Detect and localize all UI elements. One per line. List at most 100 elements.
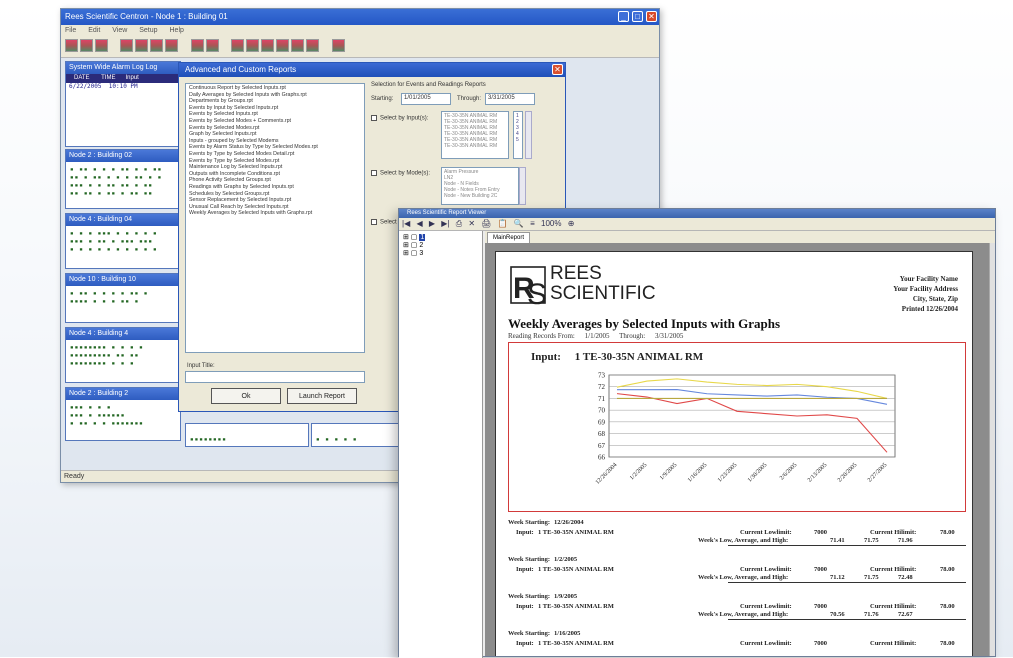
minimize-icon[interactable]: _ [618, 11, 629, 22]
alarm-log-panel: System Wide Alarm Log Log DATE TIME Inpu… [65, 61, 181, 147]
report-list-item[interactable]: Events by Type by Selected Modes.rpt [189, 158, 361, 165]
mode-list-item[interactable]: Node - New Building 2C [444, 193, 516, 199]
input-numbers-list[interactable]: 12345 [513, 111, 523, 159]
report-list-item[interactable]: Events by Type by Selected Modes Detail.… [189, 151, 361, 158]
report-list-item[interactable]: Inputs - grouped by Selected Modems [189, 138, 361, 145]
menu-view[interactable]: View [112, 27, 127, 34]
report-list-item[interactable]: Schedules by Selected Groups.rpt [189, 191, 361, 198]
report-list-item[interactable]: Readings with Graphs by Selected Inputs.… [189, 184, 361, 191]
report-list-item[interactable]: Events by Selected Modes + Comments.rpt [189, 118, 361, 125]
close-icon[interactable]: ✕ [646, 11, 657, 22]
group-tree-icon[interactable]: ≡ [530, 219, 535, 228]
select-checkbox[interactable]: Select [371, 219, 397, 226]
y-tick-label: 66 [598, 454, 606, 462]
first-page-icon[interactable]: |◀ [402, 219, 410, 228]
close-icon[interactable]: ✕ [552, 64, 563, 75]
toolbar-button[interactable] [150, 39, 164, 52]
zoom-select[interactable]: 100% [541, 219, 561, 228]
report-list-item[interactable]: Events by Alarm Status by Type by Select… [189, 144, 361, 151]
y-tick-label: 73 [598, 372, 606, 380]
inputs-listbox[interactable]: TE-30-35N ANIMAL RM TE-30-35N ANIMAL RM TE… [441, 111, 509, 159]
search-icon[interactable]: 🔍 [514, 219, 524, 228]
starting-date-field[interactable]: 1/01/2005 [401, 93, 451, 105]
toolbar-button[interactable] [331, 39, 345, 52]
report-list-item[interactable]: Events by Selected Modes.rpt [189, 125, 361, 132]
next-page-icon[interactable]: ▶ [429, 219, 435, 228]
toolbar-button[interactable] [231, 39, 245, 52]
node-indicators: ▪▪▪▪▪▪▪▪ [190, 436, 227, 443]
ok-button[interactable]: Ok [211, 388, 281, 404]
toolbar-button[interactable] [165, 39, 179, 52]
launch-report-button[interactable]: Launch Report [287, 388, 357, 404]
toolbar-button[interactable] [246, 39, 260, 52]
toolbar-button[interactable] [120, 39, 134, 52]
tree-node[interactable]: ⊞ ▢ 1 [403, 234, 478, 242]
toolbar-button[interactable] [80, 39, 93, 52]
checkbox[interactable] [371, 170, 377, 176]
select-modes-checkbox[interactable]: Select by Mode(s): [371, 170, 430, 177]
toolbar-button[interactable] [135, 39, 149, 52]
scrollbar[interactable] [519, 167, 526, 205]
node-panel-10[interactable]: Node 10 : Building 10 ▪ ▪▪ ▪ ▪ ▪ ▪ ▪▪ ▪ ▪… [65, 273, 181, 323]
report-list-item[interactable]: Graph by Selected Inputs.rpt [189, 131, 361, 138]
report-list-item[interactable]: Departments by Groups.rpt [189, 98, 361, 105]
input-title-field[interactable] [185, 371, 365, 383]
week-start-label: Week Starting: [508, 556, 551, 563]
report-list-item[interactable]: Outputs with Incomplete Conditions.rpt [189, 171, 361, 178]
select-inputs-checkbox[interactable]: Select by Input(s): [371, 115, 428, 122]
toolbar-button[interactable] [291, 39, 305, 52]
report-list-item[interactable]: Continuous Report by Selected Inputs.rpt [189, 85, 361, 92]
input-list-item[interactable]: TE-30-35N ANIMAL RM [444, 143, 506, 149]
node-panel-4b[interactable]: Node 4 : Building 4 ▪▪▪▪▪▪▪▪ ▪ ▪ ▪ ▪ ▪▪▪▪… [65, 327, 181, 383]
toolbar-button[interactable] [261, 39, 275, 52]
menu-help[interactable]: Help [170, 27, 184, 34]
report-list-item[interactable]: Unusual Call Reach by Selected Inputs.rp… [189, 204, 361, 211]
toolbar-button[interactable] [276, 39, 290, 52]
modes-listbox[interactable]: Alarm Pressure LN2 Node - N Fields Node - N… [441, 167, 519, 205]
toolbar-button[interactable] [95, 39, 108, 52]
node-panel-2b[interactable]: Node 2 : Building 2 ▪▪▪ ▪ ▪ ▪ ▪▪▪ ▪ ▪▪▪▪▪… [65, 387, 181, 441]
scrollbar[interactable] [525, 111, 532, 159]
toolbar-button[interactable] [205, 39, 219, 52]
toolbar-button[interactable] [190, 39, 204, 52]
menu-file[interactable]: File [65, 27, 76, 34]
last-page-icon[interactable]: ▶| [441, 219, 449, 228]
zoom-icon[interactable]: ⊕ [568, 219, 575, 228]
node-panel-bottom[interactable]: ▪▪▪▪▪▪▪▪ [185, 423, 309, 447]
report-list[interactable]: Continuous Report by Selected Inputs.rpt… [185, 83, 365, 353]
menu-setup[interactable]: Setup [139, 27, 157, 34]
checkbox[interactable] [371, 219, 377, 225]
report-list-item[interactable]: Daily Averages by Selected Inputs with G… [189, 92, 361, 99]
prev-page-icon[interactable]: ◀ [416, 219, 422, 228]
close-report-icon[interactable]: ✕ [468, 219, 475, 228]
report-list-item[interactable]: Phone Activity Selected Groups.rpt [189, 177, 361, 184]
checkbox[interactable] [371, 115, 377, 121]
report-list-item[interactable]: Events by Input by Selected Inputs.rpt [189, 105, 361, 112]
lowlimit: 7000 [814, 529, 827, 536]
tab-main-report[interactable]: MainReport [487, 232, 531, 243]
tree-node[interactable]: ⊞ ▢ 3 [403, 250, 478, 258]
week-stat-value: 71.96 [898, 537, 913, 544]
report-list-item[interactable]: Maintenance Log by Selected Inputs.rpt [189, 164, 361, 171]
copy-icon[interactable]: 📋 [498, 219, 508, 228]
tree-node[interactable]: ⊞ ▢ 2 [403, 242, 478, 250]
maximize-icon[interactable]: □ [632, 11, 643, 22]
node-panel-4[interactable]: Node 4 : Building 04 ▪ ▪ ▪ ▪▪▪ ▪ ▪ ▪ ▪ ▪… [65, 213, 181, 269]
log-date: 6/22/2005 [69, 83, 102, 90]
toolbar-button[interactable] [306, 39, 320, 52]
report-list-item[interactable]: Events by Selected Inputs.rpt [189, 111, 361, 118]
report-list-item[interactable]: Sensor Replacement by Selected Inputs.rp… [189, 197, 361, 204]
log-row[interactable]: 6/22/2005 10:10 PM [66, 83, 180, 90]
week-stat-value: 70.56 [830, 611, 845, 618]
week-input-label: Input: [516, 566, 534, 573]
export-icon[interactable]: ⎙ [456, 219, 462, 228]
logo-line-2: SCIENTIFIC [550, 283, 656, 304]
select-label: Select [380, 219, 397, 226]
print-icon[interactable]: 🖨 [481, 219, 491, 228]
report-list-item[interactable]: Weekly Averages by Selected Inputs with … [189, 210, 361, 217]
through-date-field[interactable]: 3/31/2005 [485, 93, 535, 105]
toolbar-button[interactable] [65, 39, 78, 52]
node-panel-2[interactable]: Node 2 : Building 02 ▪ ▪▪ ▪ ▪ ▪ ▪▪ ▪ ▪ ▪… [65, 149, 181, 209]
menu-edit[interactable]: Edit [88, 27, 100, 34]
vertical-scrollbar[interactable] [989, 243, 995, 656]
